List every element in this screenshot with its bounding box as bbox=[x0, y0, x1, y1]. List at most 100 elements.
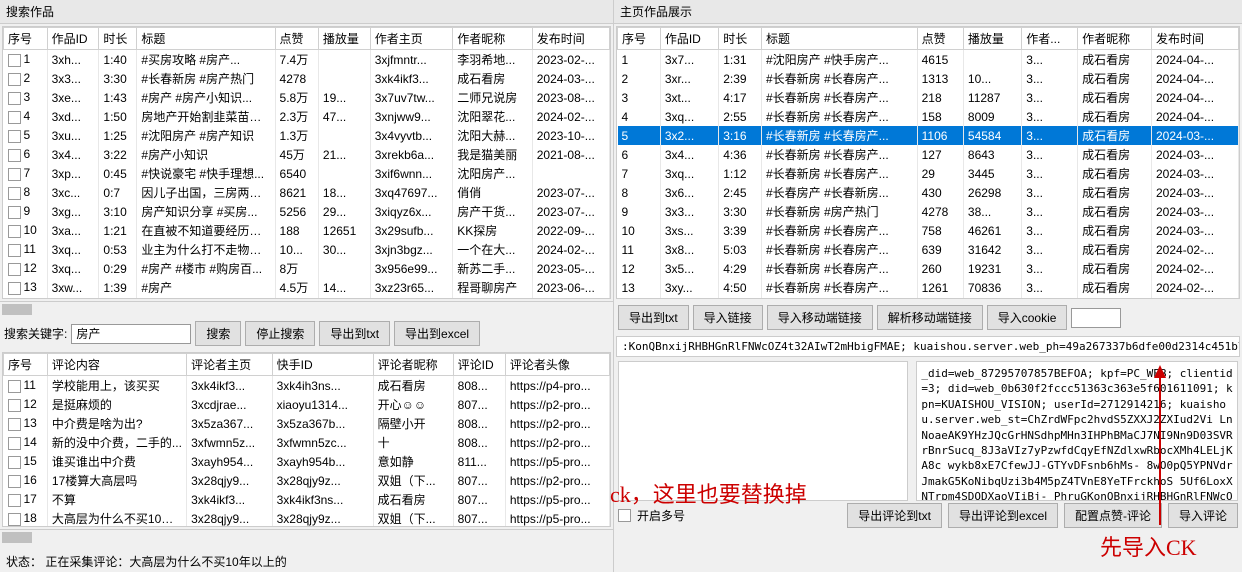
table-row[interactable]: 73xp...0:45#快说豪宅 #快手理想...65403xif6wnn...… bbox=[4, 164, 610, 183]
table-row[interactable]: 12是挺麻烦的3xcdjrae...xiaoyu1314...开心☺☺807..… bbox=[4, 395, 610, 414]
search-button[interactable]: 搜索 bbox=[195, 321, 241, 346]
column-header[interactable]: 标题 bbox=[137, 28, 275, 50]
table-row[interactable]: 23xr...2:39#长春新房 #长春房产...131310...3...成石… bbox=[618, 69, 1239, 88]
table-row[interactable]: 63x4...3:22#房产小知识45万21...3xrekb6a...我是猫美… bbox=[4, 145, 610, 164]
table-row[interactable]: 14新的没中介费，二手的...3xfwmn5z...3xfwmn5zc...十8… bbox=[4, 433, 610, 452]
table-row[interactable]: 133xy...4:50#长春新房 #长春房产...1261708363...成… bbox=[618, 278, 1239, 297]
column-header[interactable]: 作品ID bbox=[47, 28, 99, 50]
import-comment-button[interactable]: 导入评论 bbox=[1168, 503, 1238, 528]
import-mobile-link-button[interactable]: 导入移动端链接 bbox=[767, 305, 873, 330]
table-row[interactable]: 13中介费是啥为出?3x5za367...3x5za367b...隔壁小开808… bbox=[4, 414, 610, 433]
table-row[interactable]: 113x8...5:03#长春新房 #长春房产...639316423...成石… bbox=[618, 240, 1239, 259]
column-header[interactable]: 序号 bbox=[4, 354, 48, 376]
column-header[interactable]: 播放量 bbox=[963, 28, 1021, 50]
table-row[interactable]: 43xd...1:50房地产开始割韭菜苗啦...2.3万47...3xnjww9… bbox=[4, 107, 610, 126]
table-row[interactable]: 33xe...1:43#房产 #房产小知识...5.8万19...3x7uv7t… bbox=[4, 88, 610, 107]
row-checkbox[interactable] bbox=[8, 437, 21, 450]
column-header[interactable]: 评论者头像 bbox=[505, 354, 609, 376]
stop-search-button[interactable]: 停止搜索 bbox=[245, 321, 315, 346]
table-row[interactable]: 143xk...1:36不是刚需别买房 #一个...2.9万14...3xnjw… bbox=[4, 297, 610, 299]
table-row[interactable]: 18大高层为什么不买10年...3x28qjy9...3x28qjy9z...双… bbox=[4, 509, 610, 527]
row-checkbox[interactable] bbox=[8, 225, 21, 238]
table-row[interactable]: 13xh...1:40#买房攻略 #房产...7.4万3xjfmntr...李羽… bbox=[4, 50, 610, 70]
table-row[interactable]: 53x2...3:16#长春新房 #长春房产...1106545843...成石… bbox=[618, 126, 1239, 145]
row-checkbox[interactable] bbox=[8, 475, 21, 488]
table-row[interactable]: 11学校能用上，该买买3xk4ikf3...3xk4ih3ns...成石看房80… bbox=[4, 376, 610, 396]
table-row[interactable]: 23x3...3:30#长春新房 #房产热门42783xk4ikf3...成石看… bbox=[4, 69, 610, 88]
column-header[interactable]: 作者主页 bbox=[370, 28, 453, 50]
table-row[interactable]: 43xq...2:55#长春新房 #长春房产...15880093...成石看房… bbox=[618, 107, 1239, 126]
column-header[interactable]: 作者昵称 bbox=[1078, 28, 1152, 50]
multi-account-checkbox[interactable] bbox=[618, 509, 631, 522]
table-row[interactable]: 133xw...1:39#房产4.5万14...3xz23r65...程哥聊房产… bbox=[4, 278, 610, 297]
comments-table[interactable]: 序号评论内容评论者主页快手ID评论者昵称评论ID评论者头像11学校能用上，该买买… bbox=[2, 352, 611, 527]
row-checkbox[interactable] bbox=[8, 187, 21, 200]
column-header[interactable]: 评论者昵称 bbox=[373, 354, 453, 376]
table-row[interactable]: 15谁买谁出中介费3xayh954...3xayh954b...意如静811..… bbox=[4, 452, 610, 471]
row-checkbox[interactable] bbox=[8, 418, 21, 431]
table-row[interactable]: 53xu...1:25#沈阳房产 #房产知识1.3万3x4vyvtb...沈阳大… bbox=[4, 126, 610, 145]
row-checkbox[interactable] bbox=[8, 54, 21, 67]
row-checkbox[interactable] bbox=[8, 380, 21, 393]
table-row[interactable]: 63x4...4:36#长春新房 #长春房产...12786433...成石看房… bbox=[618, 145, 1239, 164]
column-header[interactable]: 标题 bbox=[762, 28, 918, 50]
column-header[interactable]: 评论内容 bbox=[47, 354, 186, 376]
column-header[interactable]: 作品ID bbox=[660, 28, 718, 50]
row-checkbox[interactable] bbox=[8, 282, 21, 295]
export-txt-right-button[interactable]: 导出到txt bbox=[618, 305, 689, 330]
column-header[interactable]: 序号 bbox=[618, 28, 661, 50]
h-scrollbar-comments[interactable] bbox=[0, 529, 613, 545]
row-checkbox[interactable] bbox=[8, 92, 21, 105]
row-checkbox[interactable] bbox=[8, 399, 21, 412]
config-like-comment-button[interactable]: 配置点赞-评论 bbox=[1064, 503, 1162, 528]
export-txt-button[interactable]: 导出到txt bbox=[319, 321, 390, 346]
row-checkbox[interactable] bbox=[8, 456, 21, 469]
column-header[interactable]: 作者... bbox=[1022, 28, 1078, 50]
search-input[interactable] bbox=[71, 324, 191, 344]
column-header[interactable]: 作者昵称 bbox=[453, 28, 532, 50]
column-header[interactable]: 发布时间 bbox=[532, 28, 609, 50]
table-row[interactable]: 33xt...4:17#长春新房 #长春房产...218112873...成石看… bbox=[618, 88, 1239, 107]
export-comment-txt-button[interactable]: 导出评论到txt bbox=[847, 503, 942, 528]
table-row[interactable]: 103xa...1:21在直被不知道要经历多...188126513x29suf… bbox=[4, 221, 610, 240]
import-cookie-button[interactable]: 导入cookie bbox=[987, 305, 1068, 330]
search-results-table[interactable]: 序号作品ID时长标题点赞播放量作者主页作者昵称发布时间13xh...1:40#买… bbox=[2, 26, 611, 299]
export-excel-button[interactable]: 导出到excel bbox=[394, 321, 480, 346]
row-checkbox[interactable] bbox=[8, 206, 21, 219]
parse-mobile-link-button[interactable]: 解析移动端链接 bbox=[877, 305, 983, 330]
table-row[interactable]: 83x6...2:45#长春房产 #长春新房...430262983...成石看… bbox=[618, 183, 1239, 202]
table-row[interactable]: 83xc...0:7因儿子出国，三房两厅...862118...3xq47697… bbox=[4, 183, 610, 202]
table-row[interactable]: 103xs...3:39#长春新房 #长春房产...758462613...成石… bbox=[618, 221, 1239, 240]
table-row[interactable]: 1617楼算大高层吗3x28qjy9...3x28qjy9z...双姐（下...… bbox=[4, 471, 610, 490]
import-link-button[interactable]: 导入链接 bbox=[693, 305, 763, 330]
row-checkbox[interactable] bbox=[8, 494, 21, 507]
row-checkbox[interactable] bbox=[8, 111, 21, 124]
table-row[interactable]: 113xq...0:53业主为什么打不走物业...10...30...3xjn3… bbox=[4, 240, 610, 259]
row-checkbox[interactable] bbox=[8, 513, 21, 526]
row-checkbox[interactable] bbox=[8, 130, 21, 143]
profile-works-table[interactable]: 序号作品ID时长标题点赞播放量作者...作者昵称发布时间13x7...1:31#… bbox=[616, 26, 1240, 299]
table-row[interactable]: 123xq...0:29#房产 #楼市 #购房百...8万3x956e99...… bbox=[4, 259, 610, 278]
row-checkbox[interactable] bbox=[8, 168, 21, 181]
column-header[interactable]: 点赞 bbox=[275, 28, 318, 50]
column-header[interactable]: 评论者主页 bbox=[187, 354, 273, 376]
cookie-display[interactable]: :KonQBnxijRHBHGnRlFNWcOZ4t32AIwT2mHbigFM… bbox=[616, 336, 1240, 357]
row-checkbox[interactable] bbox=[8, 244, 21, 257]
row-checkbox[interactable] bbox=[8, 263, 21, 276]
table-row[interactable]: 93x3...3:30#长春新房 #房产热门427838...3...成石看房2… bbox=[618, 202, 1239, 221]
column-header[interactable]: 评论ID bbox=[453, 354, 505, 376]
column-header[interactable]: 时长 bbox=[719, 28, 762, 50]
table-row[interactable]: 123x5...4:29#长春新房 #长春房产...260192313...成石… bbox=[618, 259, 1239, 278]
export-comment-excel-button[interactable]: 导出评论到excel bbox=[948, 503, 1058, 528]
column-header[interactable]: 时长 bbox=[99, 28, 137, 50]
h-scrollbar[interactable] bbox=[0, 301, 613, 317]
column-header[interactable]: 播放量 bbox=[318, 28, 370, 50]
column-header[interactable]: 点赞 bbox=[917, 28, 963, 50]
table-row[interactable]: 73xq...1:12#长春新房 #长春房产...2934453...成石看房2… bbox=[618, 164, 1239, 183]
row-checkbox[interactable] bbox=[8, 149, 21, 162]
textarea-right[interactable]: _did=web_87295707857BEFOA; kpf=PC_WEB; c… bbox=[916, 361, 1238, 501]
table-row[interactable]: 93xg...3:10房产知识分享 #买房...525629...3xiqyz6… bbox=[4, 202, 610, 221]
column-header[interactable]: 快手ID bbox=[272, 354, 373, 376]
column-header[interactable]: 序号 bbox=[4, 28, 48, 50]
cookie-input-small[interactable] bbox=[1071, 308, 1121, 328]
